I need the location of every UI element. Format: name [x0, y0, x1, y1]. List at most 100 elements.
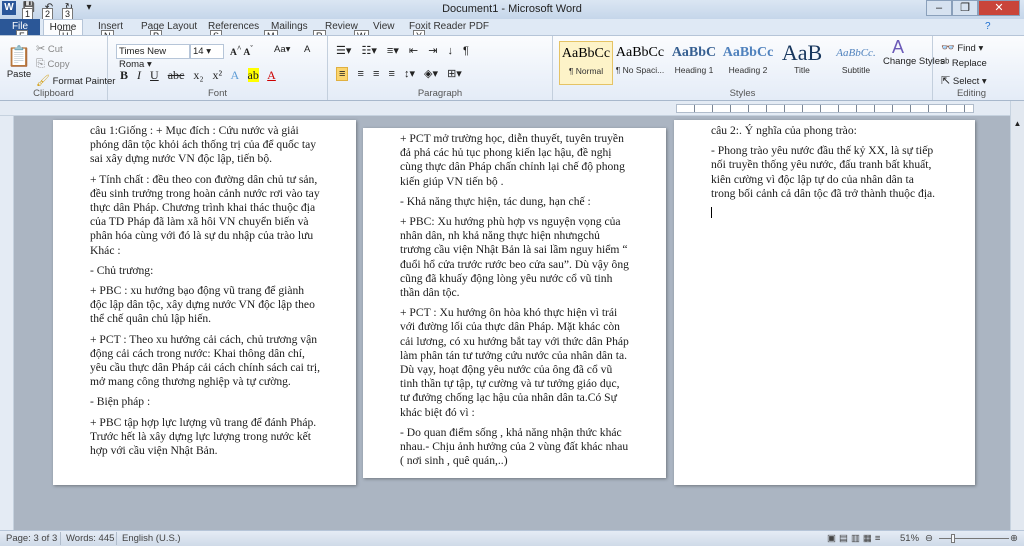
word-count[interactable]: Words: 445 [66, 533, 114, 544]
change-styles-label: Change Styles [883, 56, 945, 67]
font-name-select[interactable]: Times New Roma ▾ [116, 44, 190, 70]
align-right-button[interactable]: ≡ [373, 68, 379, 80]
status-bar: Page: 3 of 3 Words: 445 English (U.S.) ▣… [0, 530, 1024, 546]
style-heading-2[interactable]: AaBbCc Heading 2 [721, 41, 775, 85]
style-preview: AaB [781, 41, 823, 65]
divider [60, 532, 61, 545]
zoom-slider[interactable] [939, 534, 1009, 543]
center-button[interactable]: ≡ [357, 68, 363, 80]
scissors-icon: ✂ [36, 43, 46, 55]
page-count[interactable]: Page: 3 of 3 [6, 533, 57, 544]
borders-button[interactable]: ⊞▾ [447, 68, 462, 80]
find-button[interactable]: 👓 Find ▾ [941, 41, 983, 54]
customize-qat-icon[interactable]: ▾ [82, 1, 96, 15]
bullets-button[interactable]: ☰▾ [336, 45, 351, 57]
copy-icon: ⎘ [36, 58, 45, 70]
style-preview: AaBbCc [615, 45, 665, 60]
show-formatting-button[interactable]: ¶ [463, 45, 469, 57]
highlight-button[interactable]: ab [247, 68, 259, 82]
clipboard-icon: 📋 [6, 46, 32, 68]
font-group-label: Font [207, 88, 227, 99]
italic-button[interactable]: I [137, 68, 141, 82]
vertical-ruler[interactable] [0, 116, 14, 530]
style-normal[interactable]: AaBbCc ¶ Normal [559, 41, 613, 85]
line-spacing-button[interactable]: ↕▾ [404, 68, 415, 80]
window-title: Document1 - Microsoft Word [442, 3, 582, 15]
list-buttons: ☰▾ ☷▾ ≡▾ ⇤ ⇥ ↓ ¶ [336, 44, 469, 57]
style-heading-1[interactable]: AaBbC Heading 1 [667, 41, 721, 85]
paragraph: câu 2:. Ý nghĩa của phong trào: [711, 124, 857, 137]
cut-button[interactable]: ✂ Cut [36, 42, 63, 55]
replace-button[interactable]: ᵃᵇ Replace [941, 57, 987, 69]
styles-group: AaBbCc ¶ Normal AaBbCc ¶ No Spaci... AaBbC He… [553, 36, 945, 100]
page-1[interactable]: câu 1:Giống : + Mục đích : Cứu nước và g… [53, 120, 356, 485]
page-2[interactable]: + PCT mở trường học, diễn thuyết, tuyên … [363, 128, 666, 478]
cut-label: Cut [47, 44, 63, 55]
close-button[interactable]: ✕ [978, 0, 1020, 16]
help-icon[interactable]: ? [985, 21, 991, 32]
scroll-up-icon[interactable]: ▲ [1011, 119, 1024, 128]
page-3[interactable]: câu 2:. Ý nghĩa của phong trào: - Phong t… [674, 120, 975, 485]
strikethrough-button[interactable]: abc [168, 68, 185, 82]
multilevel-list-button[interactable]: ≡▾ [387, 45, 399, 57]
font-name-value: Times New Roma [119, 46, 167, 70]
paragraph: + PBC : xu hướng bạo động vũ trang để gi… [90, 284, 315, 326]
underline-button[interactable]: U [150, 68, 159, 82]
change-styles-icon: A [891, 37, 904, 57]
font-color-button[interactable]: A [267, 68, 276, 82]
justify-button[interactable]: ≡ [388, 68, 394, 80]
paste-label: Paste [6, 69, 32, 80]
divider [116, 532, 117, 545]
style-name: ¶ No Spaci... [615, 65, 665, 75]
paragraph-group-label: Paragraph [417, 88, 463, 99]
tab-review[interactable]: Review [325, 21, 358, 32]
text-effects-button[interactable]: A [230, 68, 238, 82]
change-case-button[interactable]: Aa▾ [274, 44, 290, 55]
grow-font-button[interactable]: A^ Aˇ [230, 44, 253, 58]
cursor-icon: ⇱ [941, 75, 951, 87]
paintbrush-icon: 🖌 [36, 75, 50, 87]
font-group: Times New Roma ▾ 14 ▾ A^ Aˇ Aa▾ A B I U … [108, 36, 328, 100]
restore-button[interactable]: ❐ [952, 0, 978, 16]
numbering-button[interactable]: ☷▾ [361, 45, 376, 57]
vertical-scrollbar[interactable]: ▲ [1010, 101, 1024, 530]
ruler-scale [676, 104, 974, 113]
zoom-slider-thumb[interactable] [950, 534, 955, 543]
style-no-spaci[interactable]: AaBbCc ¶ No Spaci... [613, 41, 667, 85]
zoom-in-icon[interactable]: ⊕ [1010, 533, 1018, 544]
clear-formatting-icon[interactable]: A [304, 44, 310, 55]
clipboard-group-label: Clipboard [33, 88, 74, 99]
select-button[interactable]: ⇱ Select ▾ [941, 74, 987, 87]
decrease-indent-button[interactable]: ⇤ [409, 45, 418, 57]
minimize-button[interactable]: – [926, 0, 952, 16]
paragraph: - Do quan điểm sống , khả năng nhận thức… [400, 425, 629, 468]
style-name: ¶ Normal [568, 66, 604, 76]
style-title[interactable]: AaB Title [775, 41, 829, 85]
shading-button[interactable]: ◈▾ [424, 68, 438, 80]
horizontal-ruler[interactable] [0, 101, 1024, 116]
copy-button[interactable]: ⎘ Copy [36, 58, 70, 71]
word-logo-icon[interactable]: W [2, 1, 16, 15]
zoom-level[interactable]: 51% [900, 533, 919, 544]
paste-button[interactable]: 📋 Paste [6, 44, 32, 80]
format-painter-button[interactable]: 🖌 Format Painter [36, 74, 115, 87]
language[interactable]: English (U.S.) [122, 533, 181, 544]
align-left-button[interactable]: ≡ [336, 67, 349, 81]
sort-button[interactable]: ↓ [447, 45, 453, 57]
editing-group: 👓 Find ▾ ᵃᵇ Replace ⇱ Select ▾ Editing [933, 36, 1010, 100]
subscript-button[interactable]: x₂ [193, 68, 203, 82]
tab-view[interactable]: View [373, 21, 395, 32]
font-size-select[interactable]: 14 ▾ [190, 44, 224, 59]
paragraph: + PBC: Xu hướng phù hợp vs nguyện vọng c… [400, 215, 629, 300]
bold-button[interactable]: B [120, 68, 128, 82]
format-buttons: B I U abc x₂ x² A ab A [120, 68, 276, 83]
paragraph: - Biện pháp : [90, 395, 151, 409]
text-cursor [711, 207, 712, 219]
change-styles-button[interactable]: A Change Styles [883, 37, 945, 67]
increase-indent-button[interactable]: ⇥ [428, 45, 437, 57]
zoom-out-icon[interactable]: ⊖ [925, 533, 933, 544]
style-subtitle[interactable]: AaBbCc. Subtitle [829, 41, 883, 85]
superscript-button[interactable]: x² [213, 68, 223, 82]
font-size-value: 14 [193, 46, 204, 57]
view-buttons[interactable]: ▣▤▥▦≡ [827, 533, 883, 544]
